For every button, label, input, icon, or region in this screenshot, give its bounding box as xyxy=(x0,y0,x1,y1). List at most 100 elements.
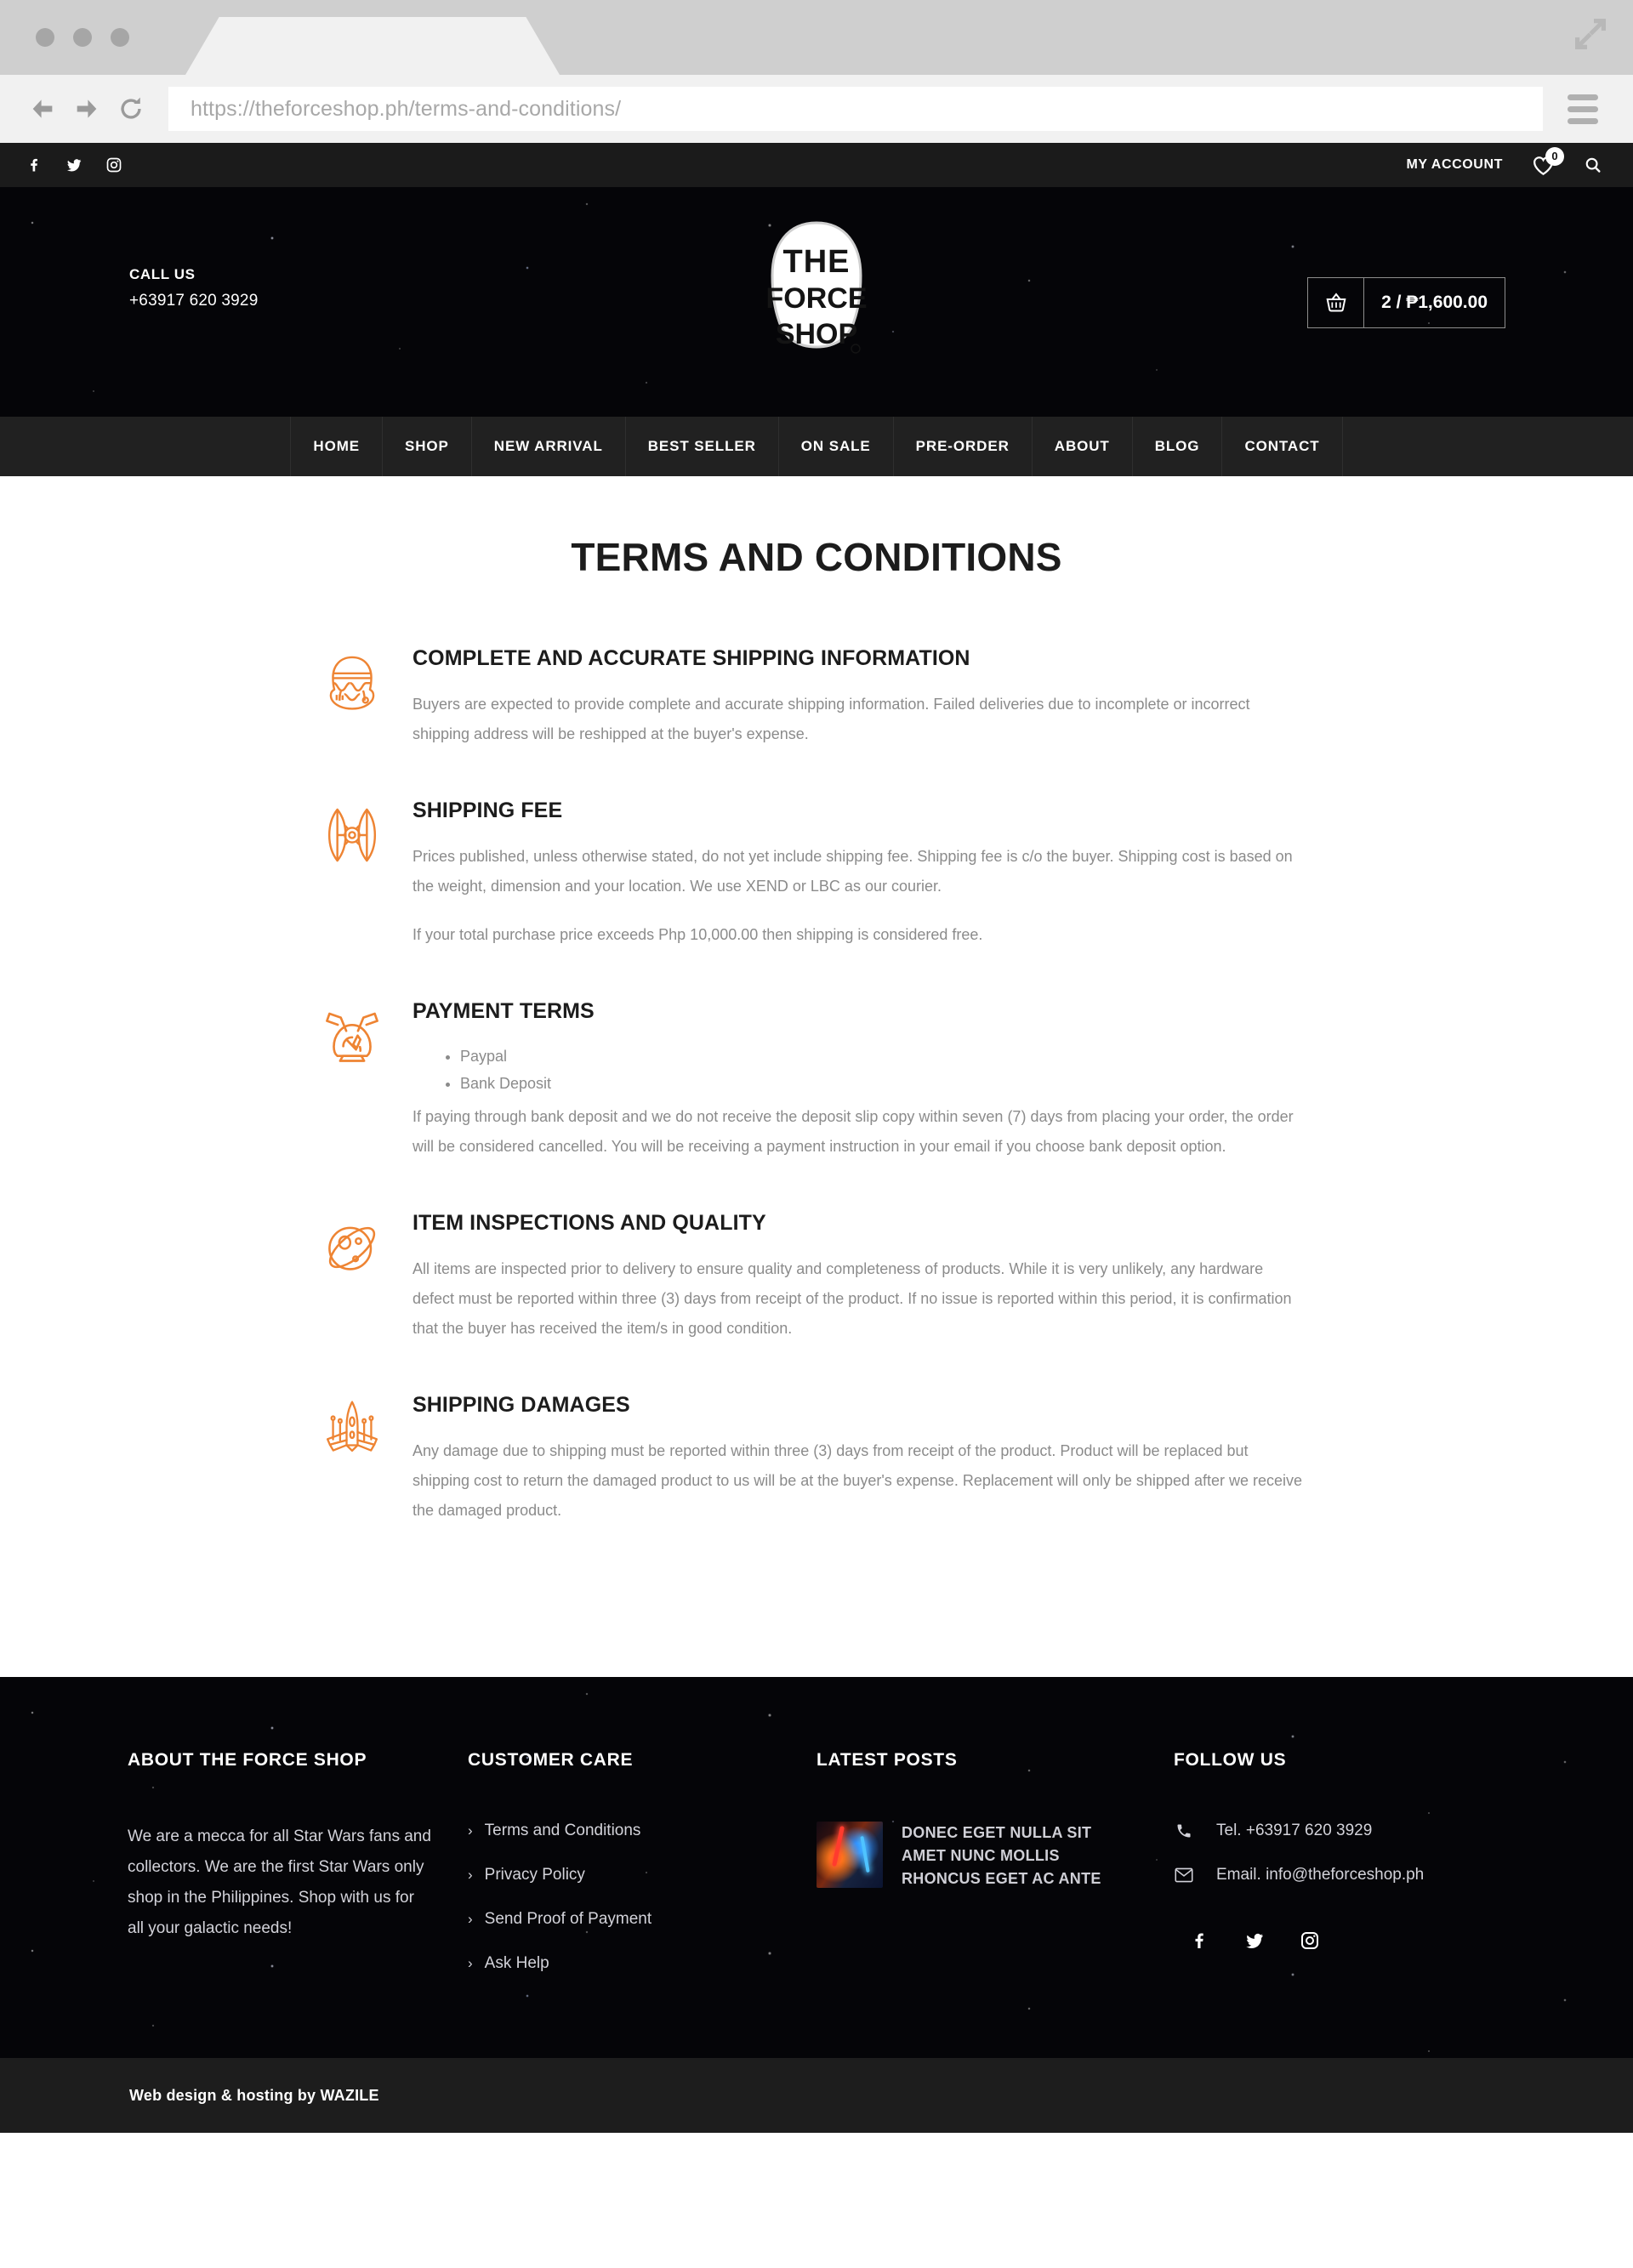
x-wing-icon xyxy=(302,1393,402,1526)
footer-social-links xyxy=(1189,1930,1471,1951)
footer-heading-follow-us: FOLLOW US xyxy=(1174,1750,1287,1770)
browser-tab[interactable] xyxy=(185,17,560,75)
svg-text:FORCE: FORCE xyxy=(766,282,868,315)
window-close-dot[interactable] xyxy=(36,28,54,47)
nav-item-best-seller[interactable]: BEST SELLER xyxy=(624,417,778,476)
nav-item-new-arrival[interactable]: NEW ARRIVAL xyxy=(470,417,625,476)
footer-column-customer-care: CUSTOMER CARE › Terms and Conditions › P… xyxy=(468,1750,816,1998)
footer-link-ask-help[interactable]: › Ask Help xyxy=(468,1954,549,1973)
section-body: PAYMENT TERMS Paypal Bank Deposit If pay… xyxy=(402,999,1331,1162)
stormtrooper-helmet-icon xyxy=(302,646,402,749)
section-body: COMPLETE AND ACCURATE SHIPPING INFORMATI… xyxy=(402,646,1331,749)
footer-link-privacy-policy[interactable]: › Privacy Policy xyxy=(468,1866,585,1884)
nav-item-home[interactable]: HOME xyxy=(290,417,382,476)
section-body: ITEM INSPECTIONS AND QUALITY All items a… xyxy=(402,1211,1331,1344)
window-maximize-dot[interactable] xyxy=(111,28,129,47)
twitter-icon[interactable] xyxy=(1243,1930,1266,1951)
footer-heading-about: ABOUT THE FORCE SHOP xyxy=(128,1750,367,1770)
browser-window: https://theforceshop.ph/terms-and-condit… xyxy=(0,0,1633,143)
link-label: Send Proof of Payment xyxy=(484,1910,652,1928)
website: MY ACCOUNT 0 CALL US +63917 620 3929 THE… xyxy=(0,143,1633,2133)
search-icon[interactable] xyxy=(1584,156,1602,174)
section-title: PAYMENT TERMS xyxy=(413,999,595,1023)
section-paragraph: If paying through bank deposit and we do… xyxy=(413,1108,1294,1155)
droid-head-icon xyxy=(302,999,402,1162)
death-star-icon xyxy=(302,1211,402,1344)
instagram-icon[interactable] xyxy=(105,156,122,173)
main-nav-list: HOME SHOP NEW ARRIVAL BEST SELLER ON SAL… xyxy=(290,417,1343,476)
svg-text:SHOP: SHOP xyxy=(776,318,857,350)
nav-item-shop[interactable]: SHOP xyxy=(382,417,471,476)
list-item: Paypal xyxy=(460,1043,1306,1070)
reload-button[interactable] xyxy=(109,87,153,131)
list-item: › Terms and Conditions xyxy=(468,1822,782,1840)
section-shipping-damages: SHIPPING DAMAGES Any damage due to shipp… xyxy=(302,1393,1331,1526)
nav-item-pre-order[interactable]: PRE-ORDER xyxy=(892,417,1032,476)
url-text: https://theforceshop.ph/terms-and-condit… xyxy=(191,96,622,121)
footer-heading-customer-care: CUSTOMER CARE xyxy=(468,1750,634,1770)
terms-sections: COMPLETE AND ACCURATE SHIPPING INFORMATI… xyxy=(302,646,1331,1526)
wishlist-count-badge: 0 xyxy=(1545,146,1564,166)
site-masthead: CALL US +63917 620 3929 THE FORCE SHOP 2… xyxy=(0,187,1633,417)
page-title: TERMS AND CONDITIONS xyxy=(571,535,1062,579)
payment-methods-list: Paypal Bank Deposit xyxy=(460,1043,1306,1097)
section-paragraph: Any damage due to shipping must be repor… xyxy=(413,1442,1303,1519)
cart-summary-text: 2 / ₱1,600.00 xyxy=(1381,293,1488,312)
browser-toolbar: https://theforceshop.ph/terms-and-condit… xyxy=(0,75,1633,143)
call-us-block: CALL US +63917 620 3929 xyxy=(129,266,258,310)
utility-top-bar: MY ACCOUNT 0 xyxy=(0,143,1633,187)
expand-icon[interactable] xyxy=(1570,14,1611,54)
instagram-icon[interactable] xyxy=(1300,1930,1320,1951)
list-item: › Privacy Policy xyxy=(468,1866,782,1884)
envelope-icon xyxy=(1174,1867,1194,1883)
list-item: › Send Proof of Payment xyxy=(468,1910,782,1929)
window-minimize-dot[interactable] xyxy=(73,28,92,47)
tie-fighter-icon xyxy=(302,799,402,950)
site-footer: ABOUT THE FORCE SHOP We are a mecca for … xyxy=(0,1677,1633,2058)
footer-column-latest-posts: LATEST POSTS DONEC EGET NULLA SIT AMET N… xyxy=(816,1750,1174,1998)
site-logo[interactable]: THE FORCE SHOP xyxy=(748,219,885,383)
latest-post-item[interactable]: DONEC EGET NULLA SIT AMET NUNC MOLLIS RH… xyxy=(816,1822,1140,1890)
list-item: Bank Deposit xyxy=(460,1070,1306,1097)
facebook-icon[interactable] xyxy=(1189,1930,1209,1951)
back-button[interactable] xyxy=(20,87,65,131)
hamburger-menu-icon[interactable] xyxy=(1556,87,1609,131)
address-bar[interactable]: https://theforceshop.ph/terms-and-condit… xyxy=(168,87,1543,131)
section-paragraph: Buyers are expected to provide complete … xyxy=(413,696,1250,742)
wishlist-heart-icon[interactable]: 0 xyxy=(1532,146,1564,176)
footer-about-text: We are a mecca for all Star Wars fans an… xyxy=(128,1827,431,1937)
nav-item-on-sale[interactable]: ON SALE xyxy=(777,417,893,476)
facebook-icon[interactable] xyxy=(26,156,43,173)
chevron-right-icon: › xyxy=(468,1911,473,1927)
my-account-link[interactable]: MY ACCOUNT xyxy=(1406,157,1503,173)
credit-text: Web design & hosting by WAZILE xyxy=(129,2086,379,2104)
nav-item-blog[interactable]: BLOG xyxy=(1131,417,1222,476)
section-shipping-fee: SHIPPING FEE Prices published, unless ot… xyxy=(302,799,1331,950)
cart-basket-icon xyxy=(1308,278,1365,327)
page-content: TERMS AND CONDITIONS COMPLETE AND ACCURA… xyxy=(0,476,1633,1677)
forward-button[interactable] xyxy=(65,87,109,131)
footer-heading-latest-posts: LATEST POSTS xyxy=(816,1750,958,1770)
call-us-label: CALL US xyxy=(129,266,196,282)
cart-widget[interactable]: 2 / ₱1,600.00 xyxy=(1307,277,1505,328)
section-paragraph: All items are inspected prior to deliver… xyxy=(413,1260,1292,1337)
footer-link-terms-and-conditions[interactable]: › Terms and Conditions xyxy=(468,1822,640,1840)
main-navigation: HOME SHOP NEW ARRIVAL BEST SELLER ON SAL… xyxy=(0,417,1633,476)
chevron-right-icon: › xyxy=(468,1955,473,1971)
browser-tabstrip xyxy=(0,0,1633,75)
link-label: Privacy Policy xyxy=(484,1866,585,1884)
section-body: SHIPPING DAMAGES Any damage due to shipp… xyxy=(402,1393,1331,1526)
window-controls[interactable] xyxy=(36,28,129,47)
post-thumbnail xyxy=(816,1822,883,1888)
footer-column-about: ABOUT THE FORCE SHOP We are a mecca for … xyxy=(128,1750,468,1998)
section-title: ITEM INSPECTIONS AND QUALITY xyxy=(413,1211,766,1235)
footer-column-follow-us: FOLLOW US Tel. +63917 620 3929 Email. in… xyxy=(1174,1750,1505,1998)
footer-link-send-proof-of-payment[interactable]: › Send Proof of Payment xyxy=(468,1910,651,1929)
nav-item-contact[interactable]: CONTACT xyxy=(1221,417,1343,476)
footer-phone-row: Tel. +63917 620 3929 xyxy=(1174,1822,1471,1840)
section-body: SHIPPING FEE Prices published, unless ot… xyxy=(402,799,1331,950)
section-complete-accurate-shipping-information: COMPLETE AND ACCURATE SHIPPING INFORMATI… xyxy=(302,646,1331,749)
twitter-icon[interactable] xyxy=(65,156,83,173)
footer-email-row: Email. info@theforceshop.ph xyxy=(1174,1866,1471,1884)
nav-item-about[interactable]: ABOUT xyxy=(1031,417,1132,476)
